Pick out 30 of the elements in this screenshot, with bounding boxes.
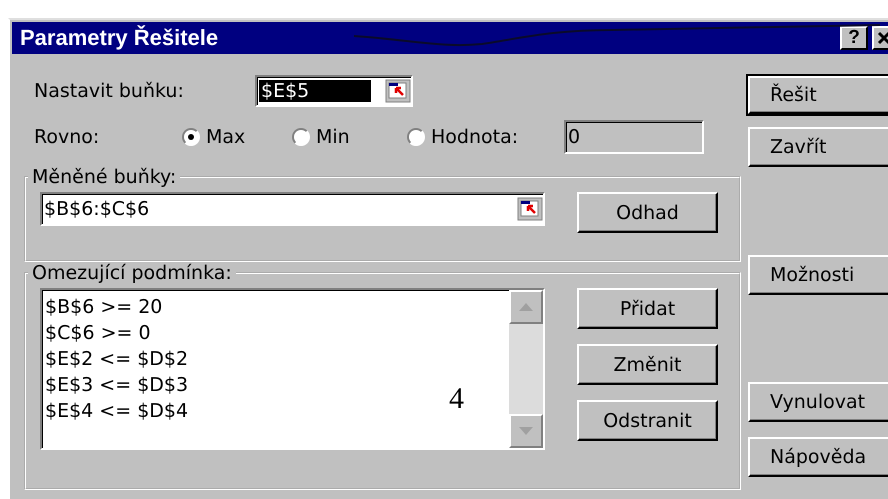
target-cell-field[interactable]: $E$5	[255, 75, 413, 107]
equal-to-label: Rovno:	[33, 126, 100, 148]
value-field[interactable]: 0	[564, 120, 704, 154]
radio-label: Hodnota:	[431, 126, 518, 148]
constraint-button[interactable]: Přidat	[577, 288, 718, 329]
changing-cells-field[interactable]: $B$6:$C$6	[40, 192, 545, 226]
help-button[interactable]: ?	[840, 26, 868, 50]
radio-label: Min	[316, 126, 350, 148]
dialog-button[interactable]: Zavřít	[748, 127, 888, 167]
window-title: Parametry Řešitele	[19, 25, 218, 51]
radio-label: Max	[206, 126, 246, 148]
guess-button[interactable]: Odhad	[577, 192, 718, 233]
radio-option[interactable]: Min	[292, 126, 407, 148]
constraints-list[interactable]: $B$6 >= 20 $C$6 >= 0 $E$2 <= $D$2 $E$3 <= $D$3 $E$4 <= $D$4 4	[40, 288, 545, 450]
group-label: Omezující podmínka:	[31, 262, 233, 284]
handwritten-number: 4	[449, 382, 464, 416]
constraint-item[interactable]: $C$6 >= 0	[45, 320, 509, 346]
constraint-button[interactable]: Změnit	[577, 344, 718, 385]
constraint-item[interactable]: $E$2 <= $D$2	[45, 346, 509, 372]
dialog-button[interactable]: Nápověda	[748, 437, 888, 477]
radio-option[interactable]: Hodnota:	[407, 126, 562, 148]
dialog-button[interactable]: Vynulovat	[748, 382, 888, 422]
target-cell-label: Nastavit buňku:	[33, 80, 185, 102]
dialog-button[interactable]: Možnosti	[748, 255, 888, 295]
constraint-button[interactable]: Odstranit	[577, 400, 718, 441]
constraint-item[interactable]: $B$6 >= 20	[45, 294, 509, 320]
radio-option[interactable]: Max	[182, 126, 292, 148]
field-value: $E$5	[259, 80, 371, 102]
dialog-button[interactable]: Řešit	[748, 76, 888, 114]
group-label: Měněné buňky:	[31, 166, 178, 188]
